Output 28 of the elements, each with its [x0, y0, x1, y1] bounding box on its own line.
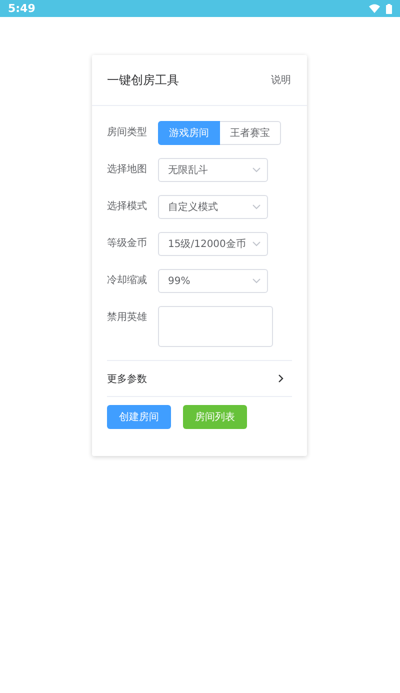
dropdown-value: 99%	[168, 276, 190, 286]
segment-tab[interactable]: 王者赛宝	[220, 121, 281, 145]
chevron-down-icon	[252, 204, 261, 210]
more-options-label: 更多参数	[107, 372, 147, 386]
field-label: 选择模式	[107, 200, 148, 214]
more-options-row[interactable]: 更多参数	[107, 360, 292, 397]
field-label: 房间类型	[107, 126, 148, 140]
battery-icon	[386, 4, 392, 14]
dropdown[interactable]: 无限乱斗	[158, 158, 268, 182]
dropdown-value: 自定义模式	[168, 200, 218, 214]
dropdown-value: 无限乱斗	[168, 164, 208, 177]
clock: 5:49	[8, 2, 36, 15]
text-area[interactable]	[158, 306, 273, 347]
dropdown[interactable]: 15级/12000金币	[158, 232, 268, 256]
chevron-right-icon	[278, 374, 284, 383]
chevron-down-icon	[252, 241, 261, 247]
wifi-icon	[369, 4, 380, 13]
field-label: 冷却缩减	[107, 274, 148, 288]
dropdown-value: 15级/12000金币	[168, 238, 246, 251]
field-label: 禁用英雄	[107, 310, 148, 325]
dropdown[interactable]: 自定义模式	[158, 195, 268, 219]
dropdown[interactable]: 99%	[158, 269, 268, 293]
chevron-down-icon	[252, 167, 261, 173]
field-label: 等级金币	[107, 236, 148, 251]
help-link[interactable]: 说明	[271, 73, 291, 87]
field-label: 选择地图	[107, 162, 148, 177]
card-title: 一键创房工具	[107, 72, 179, 88]
chevron-down-icon	[252, 278, 261, 284]
